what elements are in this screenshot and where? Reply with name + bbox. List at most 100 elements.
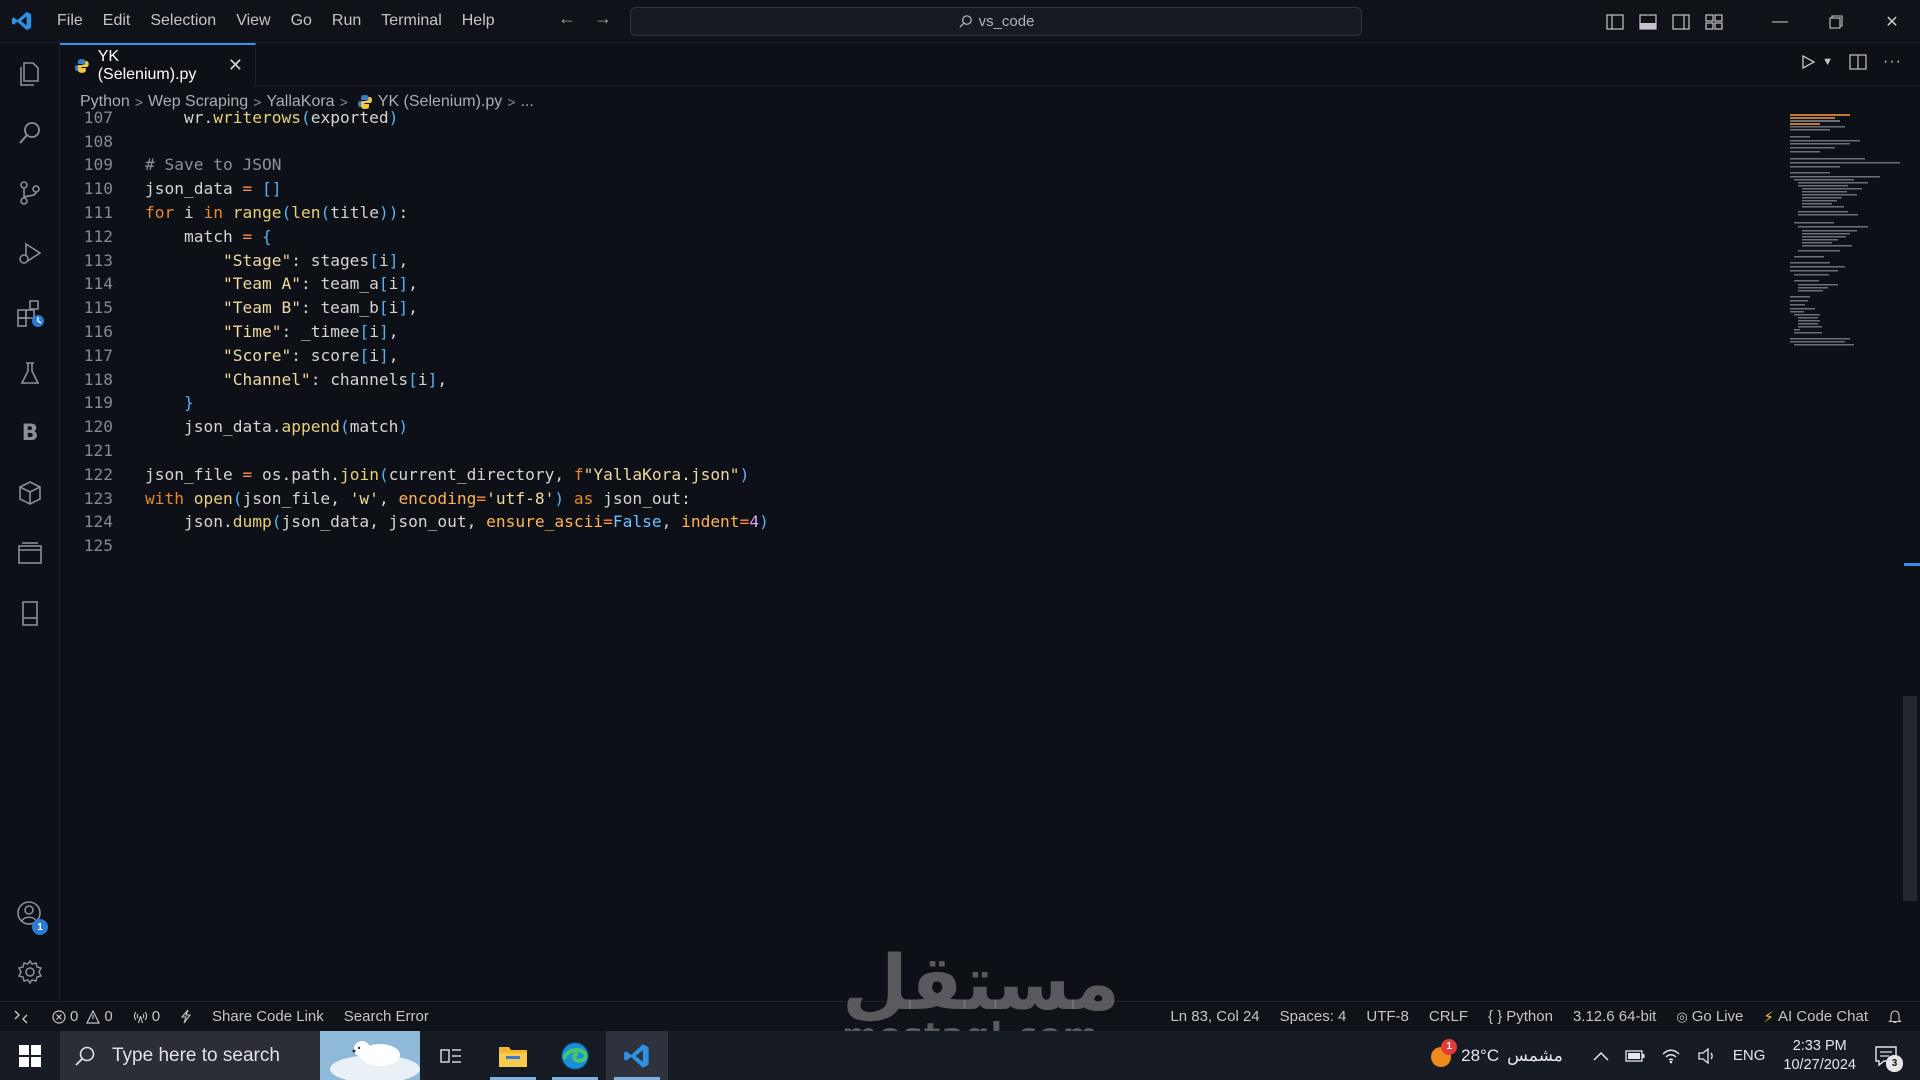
device-icon[interactable] (0, 584, 60, 642)
b-extension-icon[interactable]: B (0, 404, 60, 462)
windows-start-icon[interactable] (0, 1031, 60, 1080)
indentation[interactable]: Spaces: 4 (1270, 1008, 1357, 1025)
code-line[interactable]: 119 } (60, 391, 1760, 415)
more-actions-icon[interactable]: ··· (1883, 53, 1902, 71)
search-icon[interactable] (0, 104, 60, 162)
menu-edit[interactable]: Edit (93, 6, 141, 36)
testing-icon[interactable] (0, 344, 60, 402)
edge-browser-icon[interactable] (544, 1031, 606, 1080)
remote-indicator-icon[interactable] (0, 1002, 42, 1032)
code-text: # Save to JSON (145, 155, 282, 175)
taskbar-search-box[interactable]: Type here to search (60, 1031, 420, 1080)
python-interpreter[interactable]: 3.12.6 64-bit (1563, 1008, 1666, 1025)
source-control-icon[interactable] (0, 164, 60, 222)
code-editor[interactable]: 106 wr.writerow(['Stage', 'Team A', 'Tea… (60, 108, 1900, 1001)
line-number: 120 (83, 417, 113, 437)
toggle-panel-icon[interactable] (1631, 0, 1664, 43)
line-number: 112 (83, 226, 113, 246)
back-arrow-icon[interactable]: ← (556, 8, 578, 29)
file-explorer-icon[interactable] (482, 1031, 544, 1080)
volume-icon[interactable] (1689, 1047, 1725, 1064)
weather-temperature: 28°C (1461, 1045, 1500, 1065)
code-line[interactable]: 120 json_data.append(match) (60, 415, 1760, 439)
problems-indicator[interactable]: 0 0 (42, 1008, 123, 1025)
code-line[interactable]: 107 wr.writerows(exported) (60, 108, 1760, 130)
search-error-button[interactable]: Search Error (334, 1008, 439, 1025)
code-line[interactable]: 109 # Save to JSON (60, 153, 1760, 177)
explorer-icon[interactable] (0, 45, 60, 103)
taskbar-clock[interactable]: 2:33 PM 10/27/2024 (1773, 1037, 1866, 1075)
cursor-position[interactable]: Ln 83, Col 24 (1160, 1008, 1269, 1025)
share-code-link-button[interactable]: Share Code Link (202, 1008, 334, 1025)
code-line[interactable]: 125 (60, 534, 1760, 558)
task-view-icon[interactable] (420, 1031, 482, 1080)
go-live-button[interactable]: ◎ Go Live (1666, 1008, 1753, 1025)
menu-go[interactable]: Go (281, 6, 322, 36)
run-dropdown-chevron-icon[interactable]: ▼ (1822, 56, 1833, 68)
code-line[interactable]: 116 "Time": _timee[i], (60, 320, 1760, 344)
minimize-icon[interactable]: — (1752, 0, 1808, 43)
bolt-icon: ⚡ (1763, 1008, 1774, 1026)
extensions-icon[interactable] (0, 284, 60, 342)
editor-scrollbar[interactable] (1903, 696, 1917, 901)
language-mode[interactable]: { } Python (1478, 1008, 1563, 1025)
lightning-icon[interactable] (170, 1009, 202, 1024)
accounts-icon[interactable]: 1 (0, 885, 60, 943)
settings-gear-icon[interactable] (0, 943, 60, 1001)
ports-indicator[interactable]: 0 (123, 1008, 170, 1025)
line-number: 125 (83, 536, 113, 556)
menu-run[interactable]: Run (322, 6, 371, 36)
code-line[interactable]: 121 (60, 439, 1760, 463)
code-line[interactable]: 108 (60, 130, 1760, 154)
notification-center-icon[interactable]: 3 (1866, 1045, 1920, 1072)
file-encoding[interactable]: UTF-8 (1356, 1008, 1419, 1025)
code-line[interactable]: 122 json_file = os.path.join(current_dire… (60, 463, 1760, 487)
notification-count-badge: 3 (1886, 1054, 1903, 1072)
remote-explorer-icon[interactable] (0, 524, 60, 582)
toggle-secondary-sidebar-icon[interactable] (1664, 0, 1697, 43)
code-line[interactable]: 124 json.dump(json_data, json_out, ensur… (60, 510, 1760, 534)
code-line[interactable]: 115 "Team B": team_b[i], (60, 296, 1760, 320)
code-line[interactable]: 113 "Stage": stages[i], (60, 249, 1760, 273)
code-line[interactable]: 118 "Channel": channels[i], (60, 368, 1760, 392)
code-line[interactable]: 114 "Team A": team_a[i], (60, 272, 1760, 296)
vscode-taskbar-icon[interactable] (606, 1031, 668, 1080)
toggle-primary-sidebar-icon[interactable] (1598, 0, 1631, 43)
show-hidden-icons-chevron-up-icon[interactable] (1585, 1051, 1617, 1061)
code-line[interactable]: 112 match = { (60, 225, 1760, 249)
command-center-search[interactable]: vs_code (630, 7, 1362, 36)
customize-layout-icon[interactable] (1697, 0, 1730, 43)
wifi-icon[interactable] (1653, 1048, 1689, 1064)
end-of-line[interactable]: CRLF (1419, 1008, 1478, 1025)
menu-file[interactable]: File (47, 6, 93, 36)
menu-help[interactable]: Help (452, 6, 505, 36)
weather-widget[interactable]: 1 28°C مشمس (1421, 1038, 1571, 1068)
tab-close-icon[interactable]: ✕ (228, 55, 243, 76)
forward-arrow-icon[interactable]: → (592, 8, 614, 29)
code-text: "Stage": stages[i], (222, 250, 409, 270)
weather-alert-badge: 1 (1441, 1038, 1458, 1055)
run-file-icon[interactable] (1800, 54, 1816, 70)
package-icon[interactable] (0, 464, 60, 522)
code-line[interactable]: 110 json_data = [] (60, 177, 1760, 201)
code-line[interactable]: 111 for i in range(len(title)): (60, 201, 1760, 225)
search-highlight-illustration (320, 1031, 420, 1080)
menu-selection[interactable]: Selection (140, 6, 226, 36)
restore-icon[interactable] (1808, 0, 1864, 43)
menu-terminal[interactable]: Terminal (371, 6, 451, 36)
notifications-bell-icon[interactable] (1878, 1009, 1920, 1024)
tab-yk-selenium[interactable]: YK (Selenium).py ✕ (60, 43, 256, 86)
run-debug-icon[interactable] (0, 224, 60, 282)
menu-view[interactable]: View (226, 6, 280, 36)
vscode-logo-icon (0, 0, 43, 43)
code-line[interactable]: 117 "Score": score[i], (60, 344, 1760, 368)
activity-bar: B 1 (0, 43, 60, 1001)
ai-code-chat-button[interactable]: ⚡ AI Code Chat (1753, 1008, 1878, 1026)
close-window-icon[interactable]: ✕ (1864, 0, 1920, 43)
scroll-position-marker (1904, 563, 1920, 566)
battery-icon[interactable] (1617, 1049, 1653, 1062)
minimap[interactable] (1790, 114, 1900, 364)
input-language[interactable]: ENG (1725, 1047, 1774, 1064)
code-line[interactable]: 123 with open(json_file, 'w', encoding='u… (60, 487, 1760, 511)
split-editor-icon[interactable] (1849, 54, 1867, 70)
